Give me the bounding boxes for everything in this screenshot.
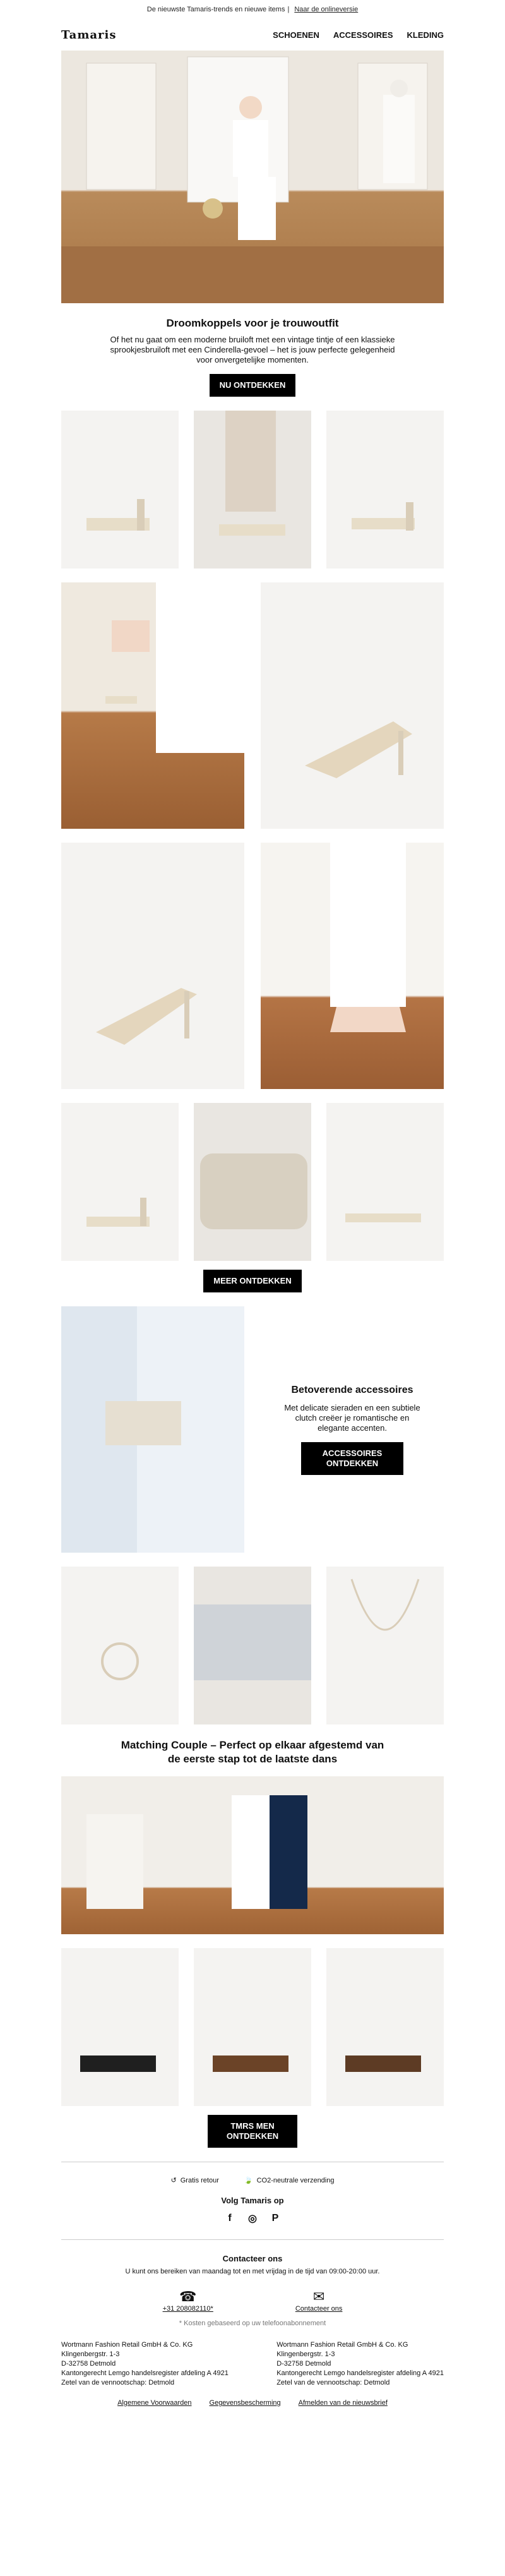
nav-accessories[interactable]: ACCESSOIRES (333, 30, 393, 40)
accessories-title: Betoverende accessoires (291, 1385, 413, 1395)
shoe-grid-1 (61, 411, 444, 569)
accessory-image-2[interactable] (194, 1567, 311, 1724)
follow-title: Volg Tamaris op (221, 2196, 284, 2205)
phone-number[interactable]: +31 208082110* (163, 2305, 213, 2313)
benefit-co2: CO2-neutrale verzending (256, 2176, 335, 2184)
heel-image-1[interactable] (261, 582, 444, 829)
accessory-image-1[interactable] (61, 1567, 179, 1724)
accessories-text: Met delicate sieraden en een subtiele cl… (284, 1403, 420, 1433)
cost-note: * Kosten gebaseerd op uw telefoonabonnem… (179, 2320, 326, 2327)
section1-text: Of het nu gaat om een moderne bruiloft m… (110, 335, 395, 364)
section1-title: Droomkoppels voor je trouwoutfit (166, 317, 339, 329)
accessory-grid (61, 1567, 444, 1724)
feature-grid-1 (61, 582, 444, 829)
phone-icon: ☎ (179, 2289, 197, 2304)
feature-grid-2 (61, 843, 444, 1089)
mail-icon: ✉ (312, 2289, 325, 2304)
address-left-1: Wortmann Fashion Retail GmbH & Co. KG (61, 2341, 193, 2349)
online-version-link[interactable]: Naar de onlineversie (294, 6, 358, 13)
men-cta[interactable]: TMRS MEN ONTDEKKEN (208, 2115, 297, 2148)
section1-cta[interactable]: NU ONTDEKKEN (209, 374, 296, 397)
contact-text: U kunt ons bereiken van maandag tot en m… (125, 2268, 380, 2275)
top-bar-text: De nieuwste Tamaris-trends en nieuwe ite… (146, 6, 285, 13)
hero-image[interactable] (61, 51, 444, 303)
shoe-image-3[interactable] (326, 411, 444, 569)
email-wrap: De nieuwste Tamaris-trends en nieuwe ite… (61, 0, 444, 2407)
nav-clothing[interactable]: KLEDING (407, 30, 444, 40)
address-block: Wortmann Fashion Retail GmbH & Co. KG Kl… (61, 2340, 444, 2388)
men-shoe-image-2[interactable] (194, 1948, 311, 2106)
accessories-image[interactable] (61, 1306, 244, 1553)
address-left-5: Zetel van de vennootschap: Detmold (61, 2379, 175, 2386)
address-right-2: Klingenbergstr. 1-3 (276, 2350, 335, 2358)
logo[interactable]: Tamaris (61, 28, 117, 42)
shoe-grid-2 (61, 1103, 444, 1261)
shoe-image-1[interactable] (61, 411, 179, 569)
address-right-3: D-32758 Detmold (276, 2360, 331, 2368)
address-right-1: Wortmann Fashion Retail GmbH & Co. KG (276, 2341, 408, 2349)
return-icon: ↺ (170, 2177, 177, 2184)
footer-links: Algemene Voorwaarden Gegevensbescherming… (61, 2399, 444, 2407)
heel-image-2[interactable] (61, 843, 244, 1089)
address-left-2: Klingenbergstr. 1-3 (61, 2350, 120, 2358)
contact-link[interactable]: Contacteer ons (295, 2305, 343, 2313)
shoe-image-2[interactable] (194, 411, 311, 569)
contact-title: Contacteer ons (222, 2254, 283, 2263)
accessories-cta[interactable]: ACCESSOIRES ONTDEKKEN (301, 1442, 403, 1475)
shoe-image-5[interactable] (194, 1103, 311, 1261)
shoe-image-4[interactable] (61, 1103, 179, 1261)
contact-grid: ☎ +31 208082110* ✉ Contacteer ons (61, 2289, 444, 2313)
divider-2 (61, 2239, 444, 2240)
men-shoe-grid (61, 1948, 444, 2106)
nav-shoes[interactable]: SCHOENEN (273, 30, 319, 40)
terms-link[interactable]: Algemene Voorwaarden (117, 2399, 191, 2407)
couple-title: Matching Couple – Perfect op elkaar afge… (121, 1739, 384, 1765)
benefits-row: ↺ Gratis retour 🍃 CO2-neutrale verzendin… (61, 2176, 444, 2185)
top-bar: De nieuwste Tamaris-trends en nieuwe ite… (146, 6, 359, 13)
section2-cta[interactable]: MEER ONTDEKKEN (203, 1270, 302, 1292)
facebook-icon[interactable]: f (223, 2212, 237, 2225)
men-shoe-image-3[interactable] (326, 1948, 444, 2106)
heel-lifestyle-image[interactable] (261, 843, 444, 1089)
accessories-section: Betoverende accessoires Met delicate sie… (61, 1306, 444, 1553)
main-nav: Tamaris SCHOENEN ACCESSOIRES KLEDING (61, 19, 444, 51)
address-left-3: D-32758 Detmold (61, 2360, 116, 2368)
privacy-link[interactable]: Gegevensbescherming (210, 2399, 281, 2407)
address-right-4: Kantongerecht Lemgo handelsregister afde… (276, 2369, 444, 2377)
bride-image[interactable] (61, 582, 244, 829)
benefit-returns: Gratis retour (180, 2176, 219, 2184)
shoe-image-6[interactable] (326, 1103, 444, 1261)
accessory-image-3[interactable] (326, 1567, 444, 1724)
instagram-icon[interactable]: ◎ (246, 2212, 259, 2225)
men-shoe-image-1[interactable] (61, 1948, 179, 2106)
address-right-5: Zetel van de vennootschap: Detmold (276, 2379, 390, 2386)
address-left-4: Kantongerecht Lemgo handelsregister afde… (61, 2369, 229, 2377)
leaf-icon: 🍃 (244, 2177, 253, 2184)
pinterest-icon[interactable]: P (268, 2212, 282, 2225)
couple-image[interactable] (61, 1776, 444, 1934)
unsubscribe-link[interactable]: Afmelden van de nieuwsbrief (299, 2399, 388, 2407)
